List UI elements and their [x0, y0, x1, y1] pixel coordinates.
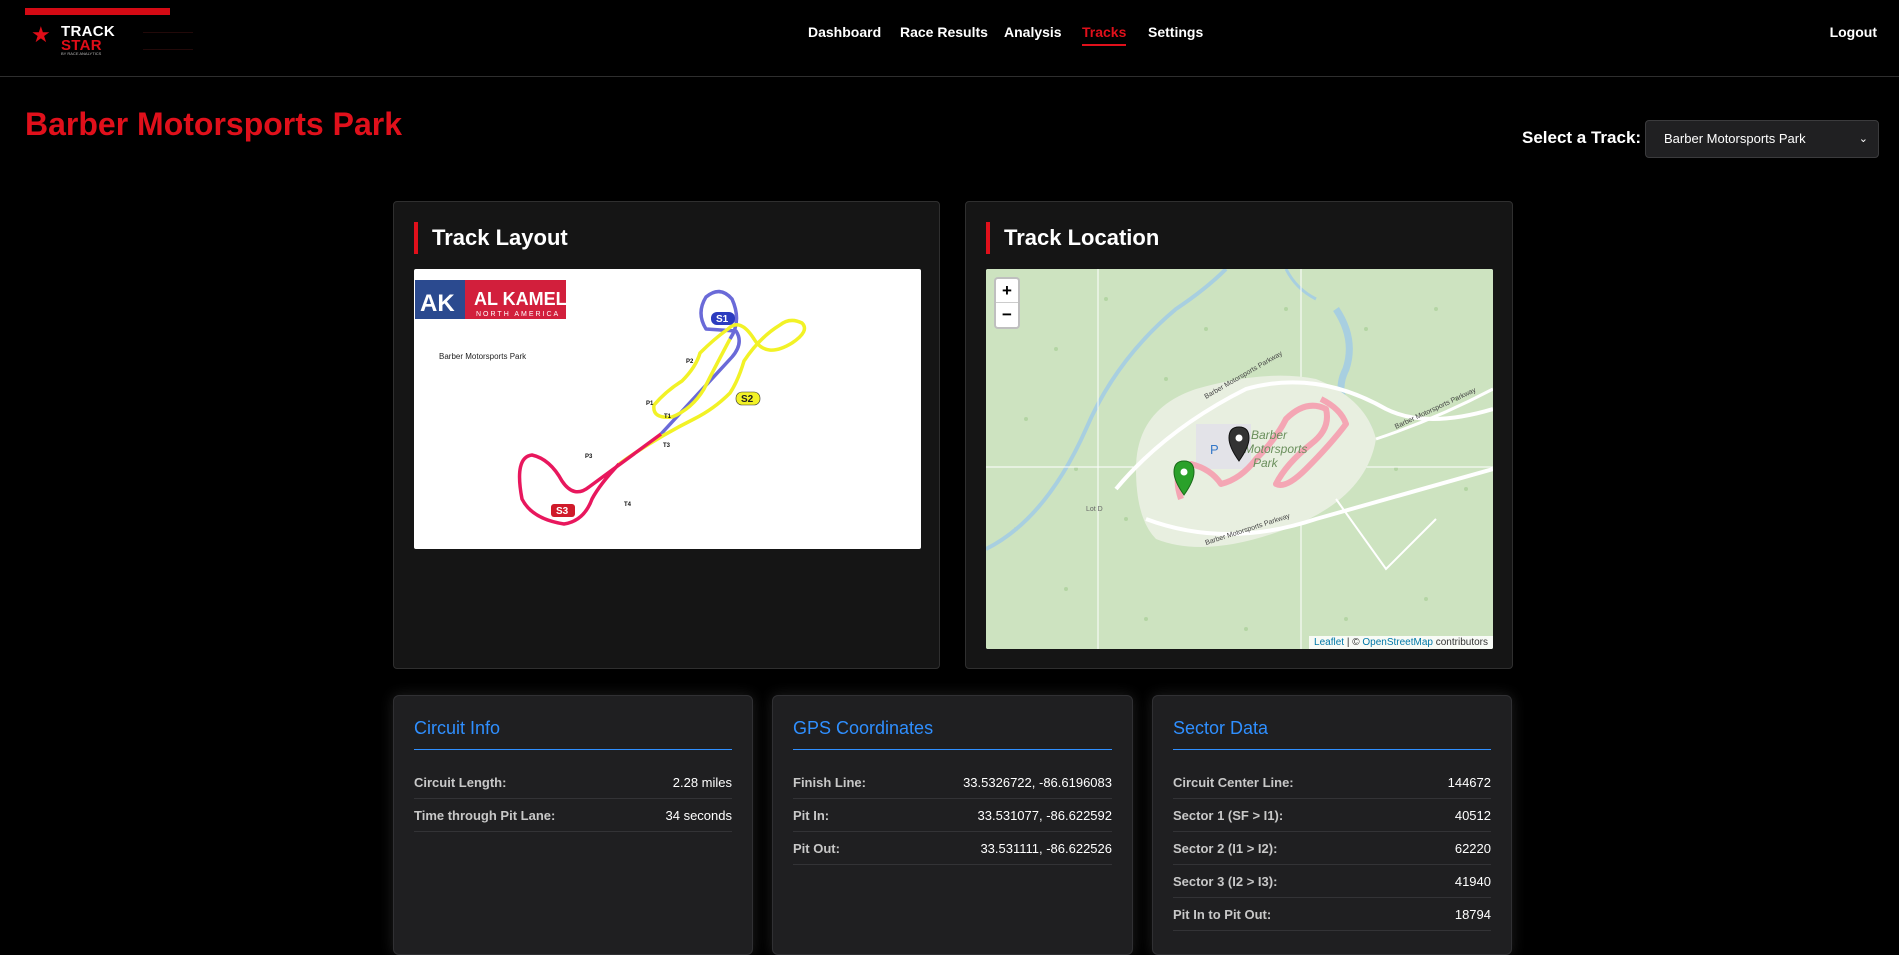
sector-row: Sector 1 (SF > I1): 40512	[1173, 799, 1491, 832]
gps-coordinates-card: GPS Coordinates Finish Line: 33.5326722,…	[772, 695, 1133, 955]
sector-row: Sector 2 (I1 > I2): 62220	[1173, 832, 1491, 865]
track-select-label: Select a Track:	[1522, 128, 1642, 147]
map-label-park: Park	[1253, 456, 1279, 470]
track-map[interactable]: P Barber Motorsports Parkway Barber Moto…	[986, 269, 1493, 649]
sector-value: 41940	[1454, 873, 1491, 889]
gps-row: Finish Line: 33.5326722, -86.6196083	[793, 766, 1112, 799]
track-location-panel: Track Location P Barber Motorsports Park…	[965, 201, 1513, 669]
info-value: 34 seconds	[665, 807, 733, 823]
gps-label: Pit In:	[793, 807, 830, 823]
logo-tagline: BY RACE ANALYTICS	[61, 51, 102, 56]
t3-label: T3	[663, 443, 671, 449]
gps-row: Pit In: 33.531077, -86.622592	[793, 799, 1112, 832]
svg-text:AK: AK	[420, 290, 455, 317]
sector-value: 144672	[1447, 774, 1491, 790]
zoom-in-button[interactable]: +	[996, 279, 1018, 303]
p2-label: P2	[686, 359, 694, 365]
sector-label: Pit In to Pit Out:	[1173, 906, 1272, 922]
gps-value: 33.5326722, -86.6196083	[963, 774, 1112, 790]
chevron-down-icon: ⌄	[1858, 133, 1868, 145]
map-attribution: Leaflet | © OpenStreetMap contributors	[1309, 636, 1493, 649]
track-layout-panel: Track Layout AK AL KAMEL NORTH AMERICA B…	[393, 201, 940, 669]
circuit-info-heading: Circuit Info	[414, 718, 732, 750]
map-tiles: P Barber Motorsports Parkway Barber Moto…	[986, 269, 1493, 649]
map-label-barber: Barber	[1251, 428, 1288, 442]
nav-dashboard[interactable]: Dashboard	[808, 24, 881, 40]
p1-label: P1	[646, 401, 654, 407]
sector-3-path	[517, 432, 663, 526]
info-value: 2.28 miles	[672, 774, 732, 790]
top-navbar: ★ TRACK STAR BY RACE ANALYTICS Dashboard…	[0, 0, 1899, 77]
gps-heading: GPS Coordinates	[793, 718, 1112, 750]
sector-label: Sector 2 (I1 > I2):	[1173, 840, 1278, 856]
attribution-contributors: contributors	[1435, 637, 1488, 648]
svg-text:AL KAMEL: AL KAMEL	[474, 289, 567, 309]
svg-text:NORTH AMERICA: NORTH AMERICA	[476, 311, 560, 318]
sector-value: 40512	[1454, 807, 1491, 823]
info-label: Circuit Length:	[414, 774, 507, 790]
leaflet-link[interactable]: Leaflet	[1314, 637, 1344, 648]
info-label: Time through Pit Lane:	[414, 807, 556, 823]
s3-label: S3	[556, 506, 569, 517]
gps-row: Pit Out: 33.531111, -86.622526	[793, 832, 1112, 865]
nav-analysis[interactable]: Analysis	[1004, 24, 1062, 40]
track-layout-image: AK AL KAMEL NORTH AMERICA Barber Motorsp…	[414, 269, 921, 549]
t4-label: T4	[624, 502, 632, 508]
track-location-heading: Track Location	[986, 222, 1159, 254]
sector-heading: Sector Data	[1173, 718, 1491, 750]
nav-race-results[interactable]: Race Results	[900, 24, 988, 40]
track-layout-heading: Track Layout	[414, 222, 568, 254]
gps-value: 33.531111, -86.622526	[980, 840, 1112, 856]
sector-label: Circuit Center Line:	[1173, 774, 1294, 790]
osm-link[interactable]: OpenStreetMap	[1362, 637, 1433, 648]
sector-value: 62220	[1454, 840, 1491, 856]
al-kamel-logo: AK AL KAMEL NORTH AMERICA	[415, 280, 567, 319]
circuit-info-card: Circuit Info Circuit Length: 2.28 miles …	[393, 695, 753, 955]
page-title: Barber Motorsports Park	[25, 106, 402, 142]
lot-label: Lot D	[1086, 506, 1103, 513]
info-row: Time through Pit Lane: 34 seconds	[414, 799, 732, 832]
zoom-out-button[interactable]: −	[996, 303, 1018, 327]
gps-value: 33.531077, -86.622592	[977, 807, 1112, 823]
parking-label: P	[1210, 442, 1219, 457]
gps-label: Pit Out:	[793, 840, 840, 856]
attribution-separator: | ©	[1346, 637, 1360, 648]
track-select[interactable]: Barber Motorsports Park ⌄	[1645, 120, 1879, 158]
nav-tracks[interactable]: Tracks	[1082, 24, 1127, 46]
track-layout-diagram: AK AL KAMEL NORTH AMERICA Barber Motorsp…	[415, 280, 807, 526]
nav-settings[interactable]: Settings	[1148, 24, 1203, 40]
logo-bar	[25, 8, 170, 15]
sector-row: Circuit Center Line: 144672	[1173, 766, 1491, 799]
s1-label: S1	[716, 314, 729, 325]
t1-label: T1	[664, 414, 672, 420]
sector-label: Sector 3 (I2 > I3):	[1173, 873, 1278, 889]
main-nav: Dashboard Race Results Analysis Tracks S…	[0, 24, 1899, 46]
map-zoom-control: + −	[994, 277, 1020, 329]
sector-label: Sector 1 (SF > I1):	[1173, 807, 1284, 823]
logout-link[interactable]: Logout	[1830, 24, 1877, 40]
sector-data-card: Sector Data Circuit Center Line: 144672 …	[1152, 695, 1512, 955]
layout-caption: Barber Motorsports Park	[439, 352, 527, 361]
s2-label: S2	[741, 394, 754, 405]
p3-label: P3	[585, 454, 593, 460]
info-row: Circuit Length: 2.28 miles	[414, 766, 732, 799]
sector-row: Pit In to Pit Out: 18794	[1173, 898, 1491, 931]
sector-value: 18794	[1454, 906, 1491, 922]
sector-row: Sector 3 (I2 > I3): 41940	[1173, 865, 1491, 898]
track-select-value: Barber Motorsports Park	[1664, 131, 1806, 146]
gps-label: Finish Line:	[793, 774, 866, 790]
map-label-motorsports: Motorsports	[1244, 442, 1307, 456]
